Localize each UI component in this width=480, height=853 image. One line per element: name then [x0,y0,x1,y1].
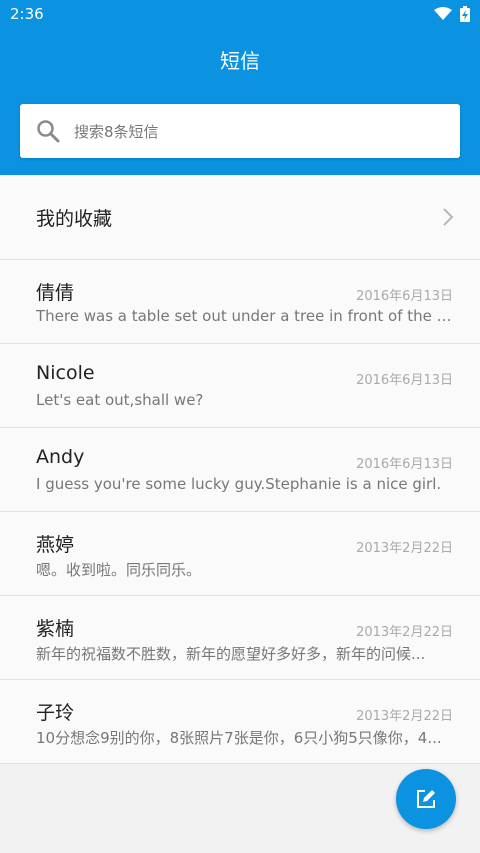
message-date: 2016年6月13日 [356,289,453,304]
message-preview: I guess you're some lucky guy.Stephanie … [36,475,442,493]
favorites-item[interactable]: 我的收藏 [0,175,480,260]
conversation-item[interactable]: 紫楠 2013年2月22日 新年的祝福数不胜数，新年的愿望好多好多，新年的问候.… [0,596,480,680]
message-preview: Let's eat out,shall we? [36,391,204,409]
chevron-right-icon [443,208,454,226]
compose-icon [417,790,435,808]
status-bar: 2:36 [0,0,480,28]
message-preview: 嗯。收到啦。同乐同乐。 [36,561,202,579]
message-preview: 新年的祝福数不胜数，新年的愿望好多好多，新年的问候... [36,645,426,663]
message-preview: 10分想念9别的你，8张照片7张是你，6只小狗5只像你，4... [36,729,442,747]
status-icons [434,6,470,22]
search-input[interactable]: 搜索8条短信 [74,121,159,142]
conversation-item[interactable]: 倩倩 2016年6月13日 There was a table set out … [0,260,480,344]
message-date: 2013年2月22日 [356,709,453,724]
search-icon [37,120,60,143]
contact-name: 子玲 [36,702,75,724]
search-box[interactable]: 搜索8条短信 [20,104,460,158]
wifi-icon [434,7,452,20]
message-preview: There was a table set out under a tree i… [36,307,454,325]
status-time: 2:36 [10,5,44,23]
conversation-item[interactable]: 燕婷 2013年2月22日 嗯。收到啦。同乐同乐。 [0,512,480,596]
contact-name: 紫楠 [36,618,75,640]
page-title: 短信 [220,49,260,73]
conversation-item[interactable]: 子玲 2013年2月22日 10分想念9别的你，8张照片7张是你，6只小狗5只像… [0,680,480,764]
contact-name: Andy [36,446,85,468]
message-date: 2013年2月22日 [356,625,453,640]
conversation-item[interactable]: Nicole 2016年6月13日 Let's eat out,shall we… [0,344,480,428]
contact-name: 倩倩 [36,282,75,304]
conversation-item[interactable]: Andy 2016年6月13日 I guess you're some luck… [0,428,480,512]
message-date: 2016年6月13日 [356,373,453,388]
contact-name: 燕婷 [36,534,75,556]
contact-name: Nicole [36,362,95,384]
message-date: 2013年2月22日 [356,541,453,556]
conversation-list: 我的收藏 倩倩 2016年6月13日 There was a table set… [0,175,480,764]
battery-icon [460,6,470,22]
favorites-label: 我的收藏 [36,207,113,230]
app-header: 短信 搜索8条短信 [0,28,480,175]
message-date: 2016年6月13日 [356,457,453,472]
compose-button[interactable] [396,769,456,829]
